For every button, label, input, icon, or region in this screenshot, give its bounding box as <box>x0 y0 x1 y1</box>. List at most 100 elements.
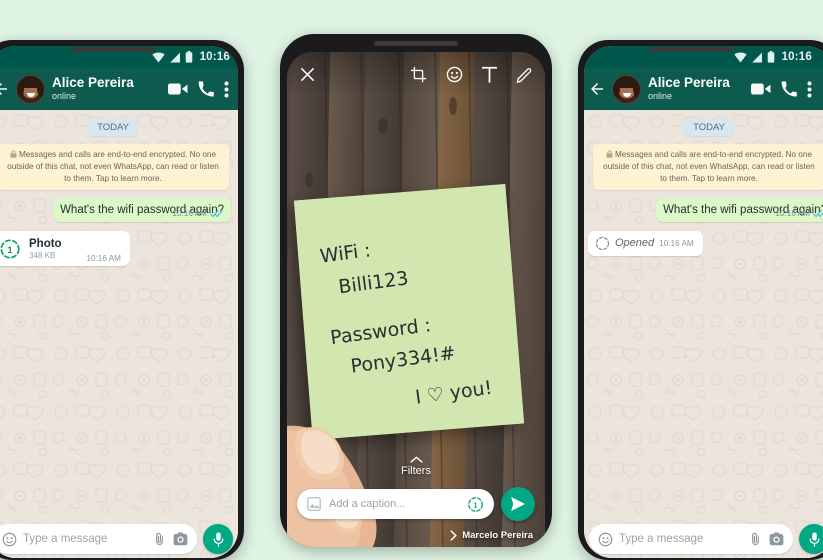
video-call-icon[interactable] <box>751 82 771 96</box>
composer-right: Type a message <box>584 520 823 558</box>
signal-icon <box>751 52 762 62</box>
voice-call-icon[interactable] <box>198 81 214 97</box>
wifi-icon <box>151 52 165 62</box>
caption-placeholder: Add a caption... <box>329 498 406 510</box>
contact-info-right[interactable]: Alice Pereira online <box>647 76 745 102</box>
wifi-icon <box>733 52 747 62</box>
contact-name: Alice Pereira <box>52 76 134 91</box>
day-divider: TODAY <box>684 119 734 136</box>
read-receipt-double-check-icon <box>210 209 224 217</box>
view-once-size: 348 KB <box>29 251 56 261</box>
emoji-icon[interactable] <box>598 532 613 547</box>
contact-presence: online <box>648 91 673 102</box>
read-receipt-double-check-icon <box>813 209 823 217</box>
chat-body-left: TODAY Messages and calls are end-to-end … <box>0 110 238 558</box>
view-once-opened-icon <box>595 236 610 250</box>
view-once-time: 10:16 AM <box>86 254 121 264</box>
view-once-icon[interactable]: 1 <box>467 496 484 513</box>
chat-header-right: Alice Pereira online <box>584 68 823 110</box>
message-time: 10:16 AM <box>775 208 810 218</box>
phone-left-speaker <box>71 47 155 52</box>
sticker-emoji-icon[interactable] <box>446 66 463 83</box>
camera-icon[interactable] <box>173 532 188 546</box>
status-bar-time-right: 10:16 <box>781 51 812 63</box>
close-icon[interactable] <box>299 66 316 83</box>
view-once-photo-bubble[interactable]: 1 Photo 348 KB 10:16 AM <box>0 230 130 267</box>
overflow-menu-icon[interactable] <box>807 81 812 98</box>
microphone-button-right[interactable] <box>799 524 823 554</box>
paperclip-icon[interactable] <box>748 532 763 547</box>
view-once-icon: 1 <box>0 238 21 260</box>
message-row-outgoing: What's the wifi password again? 10:16 AM <box>0 197 238 222</box>
phone-middle: WiFi : Billi123 Password : Pony334!# I ♡… <box>280 34 552 547</box>
message-row-outgoing: What's the wifi password again? 10:16 AM <box>584 197 823 222</box>
back-arrow-icon[interactable] <box>0 80 10 98</box>
back-arrow-icon[interactable] <box>588 80 606 98</box>
contact-name: Alice Pereira <box>648 76 730 91</box>
svg-text:1: 1 <box>7 245 12 255</box>
edit-tools <box>410 66 533 83</box>
camera-icon[interactable] <box>769 532 784 546</box>
phone-middle-screen: WiFi : Billi123 Password : Pony334!# I ♡… <box>287 52 545 547</box>
crop-rotate-icon[interactable] <box>410 66 427 83</box>
filters-control[interactable]: Filters <box>287 456 545 477</box>
battery-icon <box>185 51 192 63</box>
filters-label: Filters <box>401 465 431 477</box>
voice-call-icon[interactable] <box>781 81 797 97</box>
battery-icon <box>767 51 774 63</box>
encryption-notice-text: Messages and calls are end-to-end encryp… <box>7 150 219 183</box>
microphone-icon <box>213 531 223 547</box>
avatar[interactable] <box>612 74 641 104</box>
recipient-chip[interactable]: Marcelo Pereira <box>450 530 533 541</box>
gallery-icon[interactable] <box>307 497 321 511</box>
contact-presence: online <box>52 91 77 102</box>
message-input-pill-right[interactable]: Type a message <box>589 524 793 554</box>
message-row-incoming: Opened 10:16 AM <box>584 230 823 256</box>
send-icon <box>511 497 525 511</box>
video-call-icon[interactable] <box>168 82 188 96</box>
encryption-notice[interactable]: Messages and calls are end-to-end encryp… <box>0 144 229 190</box>
phone-right: 10:16 Alice Pereira online TODAY Message… <box>578 40 823 560</box>
composer-left: Type a message <box>0 520 238 558</box>
avatar[interactable] <box>16 74 45 104</box>
message-bubble-outgoing[interactable]: What's the wifi password again? 10:16 AM <box>656 197 823 222</box>
opened-label: Opened <box>615 237 655 250</box>
phone-middle-speaker <box>374 41 458 46</box>
edit-toolbar <box>287 52 545 96</box>
phone-right-speaker <box>648 47 733 52</box>
overflow-menu-icon[interactable] <box>224 81 229 98</box>
chat-body-right: TODAY Messages and calls are end-to-end … <box>584 110 823 558</box>
opened-time: 10:16 AM <box>659 238 694 248</box>
chevron-right-icon <box>450 530 458 541</box>
send-button[interactable] <box>501 487 535 521</box>
recipient-name: Marcelo Pereira <box>462 530 533 541</box>
microphone-button-left[interactable] <box>203 524 233 554</box>
add-text-icon[interactable] <box>482 66 497 83</box>
screenshot-stage: 10:16 Alice Pereira online TODAY Message… <box>0 0 823 560</box>
message-bubble-outgoing[interactable]: What's the wifi password again? 10:16 AM <box>53 197 231 222</box>
message-time: 10:16 AM <box>172 208 207 218</box>
phone-left-screen: 10:16 Alice Pereira online TODAY Message… <box>0 46 238 558</box>
pencil-draw-icon[interactable] <box>516 66 533 83</box>
contact-info-left[interactable]: Alice Pereira online <box>51 76 162 102</box>
lock-icon <box>10 150 17 158</box>
emoji-icon[interactable] <box>2 532 17 547</box>
chevron-up-icon <box>409 456 423 463</box>
signal-icon <box>169 52 180 62</box>
opened-receipt-bubble[interactable]: Opened 10:16 AM <box>588 230 703 256</box>
microphone-icon <box>809 531 819 547</box>
phone-right-screen: 10:16 Alice Pereira online TODAY Message… <box>584 46 823 558</box>
caption-input-pill[interactable]: Add a caption... 1 <box>297 489 494 519</box>
header-actions-right <box>751 81 814 98</box>
paperclip-icon[interactable] <box>152 532 167 547</box>
message-input-placeholder: Type a message <box>619 533 704 545</box>
encryption-notice[interactable]: Messages and calls are end-to-end encryp… <box>593 144 823 190</box>
view-once-text: Photo 348 KB <box>29 238 72 261</box>
phone-left: 10:16 Alice Pereira online TODAY Message… <box>0 40 244 560</box>
header-actions-left <box>168 81 231 98</box>
view-once-title: Photo <box>29 237 62 250</box>
encryption-notice-text: Messages and calls are end-to-end encryp… <box>603 150 815 183</box>
message-input-pill-left[interactable]: Type a message <box>0 524 197 554</box>
svg-text:1: 1 <box>474 500 478 509</box>
chat-header-left: Alice Pereira online <box>0 68 238 110</box>
